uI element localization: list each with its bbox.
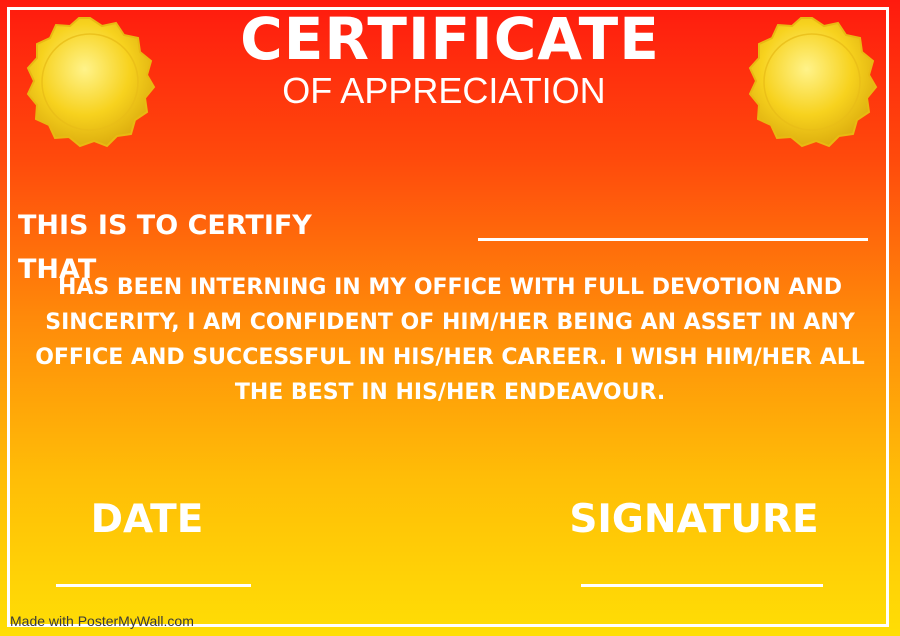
date-label: DATE xyxy=(90,497,204,542)
certificate-title: CERTIFICATE xyxy=(240,5,660,73)
signature-line xyxy=(581,584,823,587)
recipient-name-line xyxy=(478,238,868,241)
certificate-body: HAS BEEN INTERNING IN MY OFFICE WITH FUL… xyxy=(35,275,865,405)
watermark: Made with PosterMyWall.com xyxy=(10,613,194,629)
date-line xyxy=(56,584,251,587)
certificate-subtitle: OF APPRECIATION xyxy=(282,70,606,111)
signature-label: SIGNATURE xyxy=(569,497,819,542)
